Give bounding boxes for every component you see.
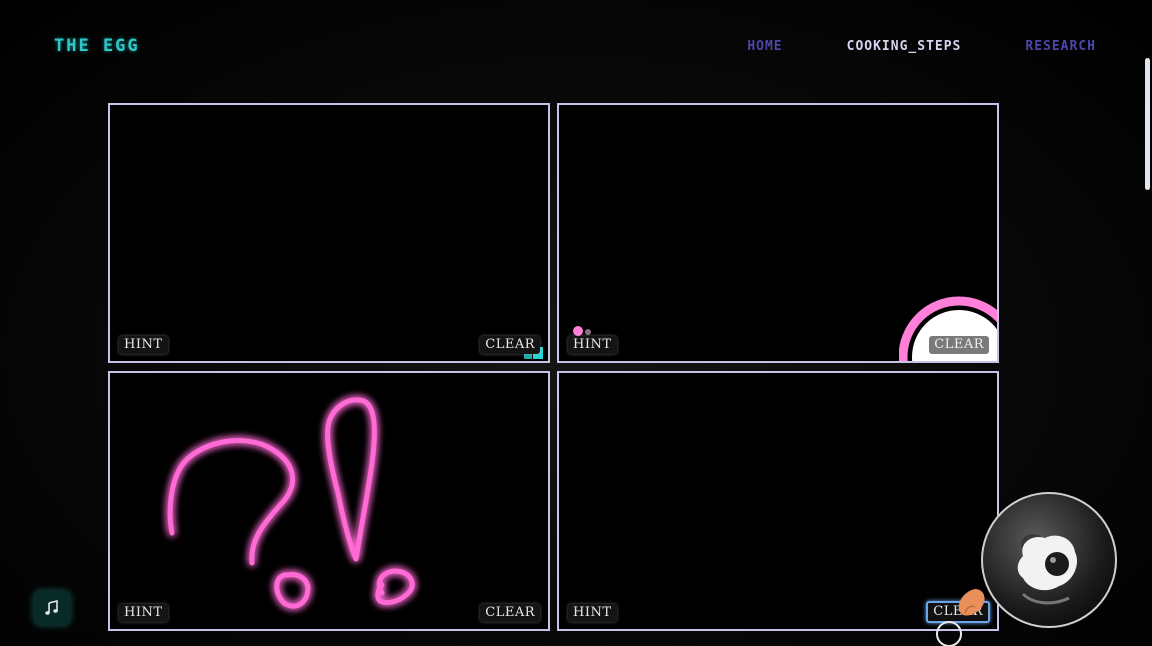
clear-button[interactable]: CLEAR: [480, 336, 540, 354]
hint-button[interactable]: HINT: [568, 336, 617, 354]
scrollbar-thumb[interactable]: [1145, 58, 1150, 190]
music-note-icon: [45, 600, 58, 615]
nav-research-link[interactable]: RESEARCH: [1025, 39, 1096, 54]
nav-home-link[interactable]: HOME: [747, 39, 782, 54]
brand-logo[interactable]: THE EGG: [54, 36, 140, 56]
music-toggle-button[interactable]: [34, 591, 70, 625]
page: THE EGG HOME COOKING_STEPS RESEARCH HINT…: [0, 0, 1152, 646]
drawing-canvas-1[interactable]: HINT CLEAR: [108, 103, 550, 363]
clear-button[interactable]: CLEAR: [929, 336, 989, 354]
hint-button[interactable]: HINT: [119, 336, 168, 354]
drawing-canvas-3[interactable]: HINT CLEAR: [108, 371, 550, 631]
drawing-canvas-4[interactable]: HINT CLEAR: [557, 371, 999, 631]
main-nav: HOME COOKING_STEPS RESEARCH: [747, 39, 1096, 54]
nav-cooking-steps-link[interactable]: COOKING_STEPS: [847, 39, 962, 54]
hint-button[interactable]: HINT: [119, 604, 168, 622]
pointer-hand-icon: [958, 589, 985, 616]
cursor-ring: [936, 621, 962, 646]
neon-scribble-drawing: [167, 397, 415, 609]
fried-egg-image[interactable]: [981, 492, 1117, 628]
hint-button[interactable]: HINT: [568, 604, 617, 622]
fried-egg-icon: [1017, 534, 1078, 605]
clear-button[interactable]: CLEAR: [480, 604, 540, 622]
drawing-canvas-2[interactable]: HINT CLEAR: [557, 103, 999, 363]
